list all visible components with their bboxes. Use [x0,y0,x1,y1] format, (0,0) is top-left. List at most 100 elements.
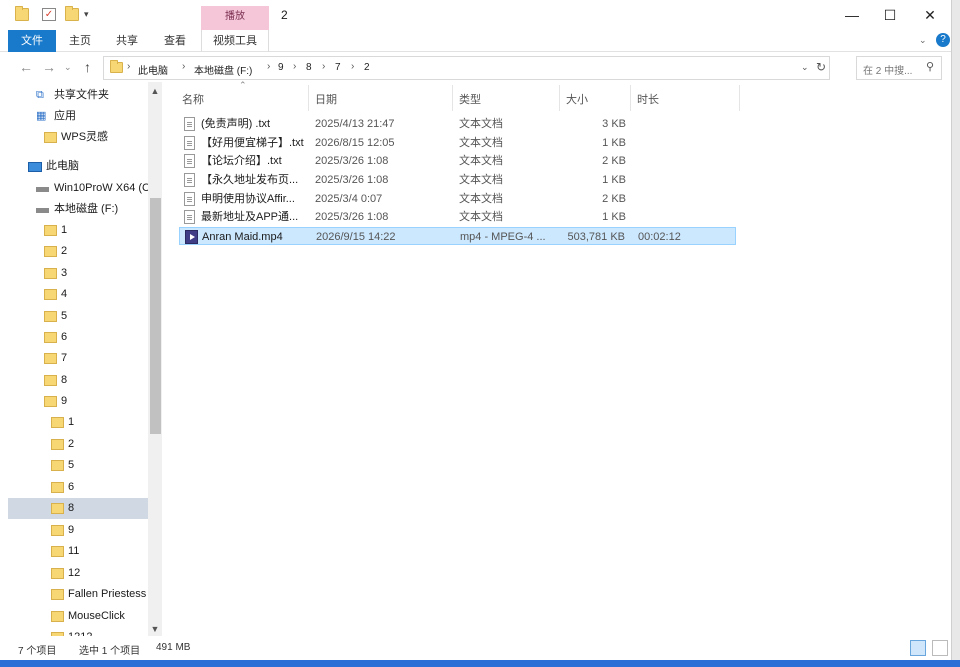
breadcrumb-drive[interactable]: 本地磁盘 (F:) [194,62,252,77]
address-bar[interactable]: › 此电脑 › 本地磁盘 (F:) › 9 › 8 › 7 › 2 ⌄ ↻ [103,56,830,80]
back-icon[interactable]: ← [19,59,33,75]
column-divider[interactable] [630,85,631,111]
file-row[interactable]: 【论坛介绍】.txt 2025/3/26 1:08 文本文档 2 KB [179,152,736,170]
chevron-right-icon: › [267,61,271,72]
tree-item-folder-9-2[interactable]: 2 [8,434,148,455]
scroll-down-icon[interactable]: ▼ [148,624,162,634]
folder-icon [51,546,64,557]
forward-icon[interactable]: → [42,59,56,75]
properties-icon[interactable]: ✓ [42,8,56,21]
tree-item-f-drive[interactable]: 本地磁盘 (F:) [8,199,148,220]
tree-item-folder-9-6[interactable]: 6 [8,477,148,498]
folder-icon[interactable] [15,6,29,21]
text-file-icon [184,192,195,206]
search-icon[interactable]: ⚲ [926,60,934,73]
text-file-icon [184,173,195,187]
window-edge [951,0,960,660]
column-divider[interactable] [739,85,740,111]
title-bar: ✓ ▾ 播放 2 — ☐ ✕ [0,0,960,31]
file-list: ⌃ 名称 日期 类型 大小 时长 (免责声明) .txt 2025/4/13 2… [173,80,950,636]
address-dropdown-icon[interactable]: ⌄ [801,62,809,73]
close-button[interactable]: ✕ [907,0,953,30]
tree-item-1212[interactable]: 1212 [8,627,148,636]
tab-share[interactable]: 共享 [106,30,148,52]
tree-item-folder-9-8[interactable]: 8 [8,498,148,519]
chevron-right-icon: › [182,61,186,72]
file-row[interactable]: 【永久地址发布页... 2025/3/26 1:08 文本文档 1 KB [179,171,736,189]
column-header-size[interactable]: 大小 [566,91,588,107]
recent-dropdown-icon[interactable]: ⌄ [64,62,72,73]
column-header-duration[interactable]: 时长 [637,91,659,107]
tree-item-this-pc[interactable]: 此电脑 [8,156,148,177]
folder-icon [51,460,64,471]
folder-icon [44,311,57,322]
folder-icon [44,289,57,300]
column-header-date[interactable]: 日期 [315,91,337,107]
folder-icon [51,589,64,600]
tab-video-tools[interactable]: 视频工具 [201,30,269,52]
breadcrumb-8[interactable]: 8 [306,62,312,73]
folder-icon [51,439,64,450]
tree-item-apps[interactable]: ▦ 应用 [8,106,148,127]
tab-home[interactable]: 主页 [60,30,100,52]
details-view-icon[interactable] [910,640,926,656]
column-divider[interactable] [559,85,560,111]
breadcrumb-9[interactable]: 9 [278,62,284,73]
tree-item-folder-9[interactable]: 9 [8,391,148,412]
tree-item-fallen-priestess[interactable]: Fallen Priestess [8,584,148,605]
folder-icon [51,482,64,493]
breadcrumb-2[interactable]: 2 [364,62,370,73]
sort-up-icon: ⌃ [239,80,247,90]
tree-item-folder-2[interactable]: 2 [8,241,148,262]
scroll-up-icon[interactable]: ▲ [148,86,162,96]
quick-access-dropdown-icon[interactable]: ▾ [84,9,89,20]
file-row[interactable]: 最新地址及APP通... 2025/3/26 1:08 文本文档 1 KB [179,208,736,226]
video-file-icon [185,230,198,244]
refresh-icon[interactable]: ↻ [816,60,826,74]
breadcrumb-this-pc[interactable]: 此电脑 [138,62,168,77]
tab-file[interactable]: 文件 [8,30,56,52]
tree-item-c-drive[interactable]: Win10ProW X64 (C [8,178,150,199]
tree-item-folder-5[interactable]: 5 [8,306,148,327]
tree-item-folder-9-1[interactable]: 1 [8,412,148,433]
tree-item-folder-3[interactable]: 3 [8,263,148,284]
file-row-selected[interactable]: Anran Maid.mp4 2026/9/15 14:22 mp4 - MPE… [179,227,736,245]
text-file-icon [184,136,195,150]
ribbon-tabs: 文件 主页 共享 查看 视频工具 ⌄ ? [0,30,960,52]
up-icon[interactable]: ↑ [84,59,91,75]
address-row: ← → ⌄ ↑ › 此电脑 › 本地磁盘 (F:) › 9 › 8 › 7 › … [0,55,960,81]
help-icon[interactable]: ? [936,33,950,47]
file-row[interactable]: 申明使用协议Affir... 2025/3/4 0:07 文本文档 2 KB [179,190,736,208]
tree-item-shared-folder[interactable]: ⧉ 共享文件夹 [8,85,148,106]
tree-item-folder-9-12[interactable]: 12 [8,563,148,584]
context-tab-play[interactable]: 播放 [201,6,269,31]
nav-scrollbar-thumb[interactable] [150,198,161,434]
file-row[interactable]: (免责声明) .txt 2025/4/13 21:47 文本文档 3 KB [179,115,736,133]
tree-item-folder-1[interactable]: 1 [8,220,148,241]
tree-item-folder-9-11[interactable]: 11 [8,541,148,562]
search-box[interactable]: 在 2 中搜... ⚲ [856,56,942,80]
breadcrumb-7[interactable]: 7 [335,62,341,73]
column-divider[interactable] [308,85,309,111]
apps-icon: ▦ [36,110,47,122]
expand-ribbon-icon[interactable]: ⌄ [919,35,927,46]
folder-icon [44,375,57,386]
file-row[interactable]: 【好用便宜梯子】.txt 2026/8/15 12:05 文本文档 1 KB [179,134,736,152]
tree-item-folder-4[interactable]: 4 [8,284,148,305]
tree-item-folder-7[interactable]: 7 [8,348,148,369]
drive-icon [36,208,49,213]
navigation-pane: ⧉ 共享文件夹 ▦ 应用 WPS灵感 此电脑 Win10ProW X64 (C … [8,82,164,636]
tree-item-mouseclick[interactable]: MouseClick [8,606,148,627]
column-divider[interactable] [452,85,453,111]
tree-item-folder-8[interactable]: 8 [8,370,148,391]
tree-item-folder-6[interactable]: 6 [8,327,148,348]
tab-view[interactable]: 查看 [153,30,197,52]
tree-item-folder-9-9[interactable]: 9 [8,520,148,541]
tree-item-wps[interactable]: WPS灵感 [8,127,148,148]
large-icons-view-icon[interactable] [932,640,948,656]
column-header-type[interactable]: 类型 [459,91,481,107]
tree-item-folder-9-5[interactable]: 5 [8,455,148,476]
new-folder-icon[interactable] [65,6,79,21]
column-header-name[interactable]: 名称 [182,91,204,107]
folder-icon [44,246,57,257]
